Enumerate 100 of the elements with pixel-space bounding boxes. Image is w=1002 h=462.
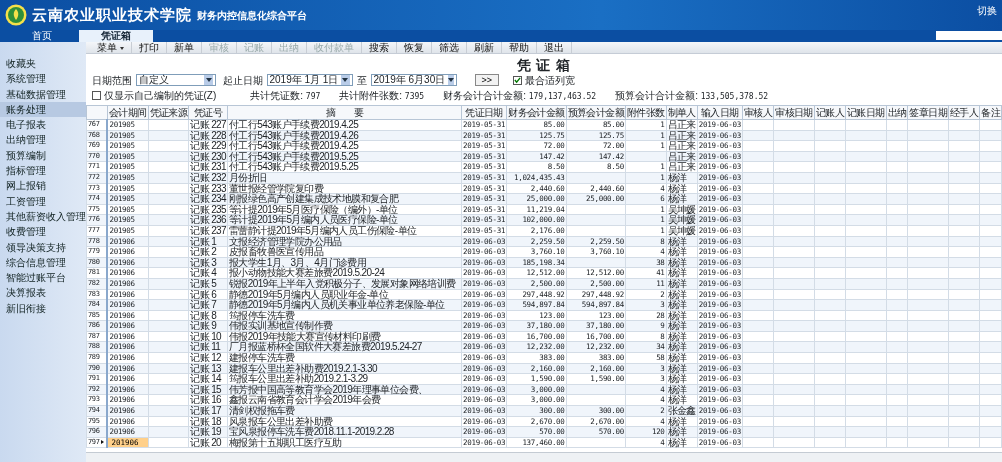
dropdown-field[interactable]: 2019年 1月 1日 xyxy=(266,74,353,86)
sidebar-item[interactable]: 综合信息管理 xyxy=(0,254,86,271)
go-button[interactable]: >> xyxy=(474,74,499,86)
field-label: 起止日期 xyxy=(222,73,263,88)
table-cell: 清剑权报拖车费 xyxy=(227,405,462,417)
sidebar-item[interactable]: 基础数据管理 xyxy=(0,86,86,102)
column-header[interactable]: 经手人 xyxy=(948,105,980,120)
sidebar-item[interactable]: 收藏夹 xyxy=(0,56,86,72)
sidebar-item[interactable]: 网上报销 xyxy=(0,178,86,194)
table-cell: 刚报绿色高产创建集成技术地膜和复合肥 xyxy=(227,193,462,205)
sidebar-item[interactable]: 智能过账平台 xyxy=(0,270,86,286)
table-cell: 付工行543账户手续费2019.5.25 xyxy=(227,161,462,173)
sidebar-item[interactable]: 电子报表 xyxy=(0,117,86,133)
table-cell: 等计提2019年5月医疗保险（编外）-单位 xyxy=(227,204,462,215)
table-cell: 付工行543账户手续费2019.4.26 xyxy=(227,130,462,141)
table-cell: 吕正来 xyxy=(666,130,698,141)
toolbar-button[interactable]: 筛选 xyxy=(431,42,467,53)
table-cell: 记账 3 xyxy=(188,257,228,268)
sidebar-item[interactable]: 决算报表 xyxy=(0,285,86,301)
switch-link[interactable]: 切换 xyxy=(977,2,997,18)
table-cell: 记账 230 xyxy=(188,151,228,162)
page-title: 凭 证 箱 xyxy=(515,56,573,73)
column-header[interactable]: 审核人 xyxy=(742,105,774,120)
column-header[interactable]: 审核日期 xyxy=(773,105,815,120)
column-header[interactable]: 记账日期 xyxy=(845,105,887,120)
table-cell: 记账 233 xyxy=(188,183,228,194)
checkbox[interactable] xyxy=(92,90,101,100)
table-cell: 杨洋 xyxy=(666,172,698,184)
table-cell: 皮报畜牧兽医宣传用品 xyxy=(227,246,462,258)
table-cell: 杨洋 xyxy=(666,183,698,194)
column-header[interactable]: 签章日期 xyxy=(907,105,949,120)
table-cell: 记账 15 xyxy=(188,384,228,395)
column-header[interactable]: 摘 要 xyxy=(227,105,462,120)
table-cell: 记账 18 xyxy=(188,416,228,427)
table-cell: 记账 6 xyxy=(188,289,228,300)
sidebar-item[interactable]: 预算编制 xyxy=(0,147,86,164)
column-header[interactable]: 会计期间 xyxy=(107,105,149,120)
toolbar-button[interactable]: 退出 xyxy=(536,42,572,53)
table-cell: 记账 2 xyxy=(188,246,228,258)
table-cell: 文报经济管理学院办公用品 xyxy=(227,236,462,247)
table-cell: 杨洋 xyxy=(666,299,698,311)
table-cell: 杨洋 xyxy=(666,246,698,258)
table-cell: 吕正来 xyxy=(666,140,698,152)
table-cell: 记账 8 xyxy=(188,310,228,321)
checkbox[interactable] xyxy=(513,75,522,85)
sidebar-item[interactable]: 系统管理 xyxy=(0,71,86,87)
sidebar-item[interactable]: 新旧衔接 xyxy=(0,300,86,317)
column-header[interactable]: 输入日期 xyxy=(697,105,743,120)
table-cell: 杨洋 xyxy=(666,193,698,205)
table-cell: 杨洋 xyxy=(666,416,698,427)
table-cell: 杨洋 xyxy=(666,320,698,332)
toolbar-button[interactable]: 恢复 xyxy=(396,42,432,53)
toolbar-button[interactable]: 打印 xyxy=(131,42,167,53)
column-header[interactable]: 凭证日期 xyxy=(461,105,507,120)
table-cell: 筠报车公里出差补助2019.2.1-3.29 xyxy=(227,373,462,385)
sidebar-item[interactable]: 指标管理 xyxy=(0,163,86,179)
table-cell: 记账 14 xyxy=(188,373,228,385)
column-header[interactable]: 制单人 xyxy=(666,105,698,120)
table-cell: 记账 229 xyxy=(188,140,228,152)
table-cell: 记账 7 xyxy=(188,299,228,311)
table-cell: 伟芳报中国高等教育学会2019年理事单位会费、 xyxy=(227,384,462,395)
table-cell: 报大学生1月、3月、4月门诊费用 xyxy=(227,257,462,268)
dropdown-field[interactable]: 2019年 6月30日 xyxy=(370,74,457,86)
column-header[interactable]: 财务会计金额 xyxy=(506,105,567,120)
table-cell: 月份折旧 xyxy=(227,172,462,184)
row-pointer-icon xyxy=(101,439,105,444)
tab[interactable]: 首页 xyxy=(5,30,79,42)
toolbar-button[interactable]: 刷新 xyxy=(466,42,502,53)
toolbar-button[interactable]: 菜单 xyxy=(90,42,132,53)
tab[interactable]: 凭证箱 xyxy=(79,30,153,42)
sidebar-item[interactable]: 工资管理 xyxy=(0,193,86,209)
sidebar-item[interactable]: 领导决策支持 xyxy=(0,239,86,255)
column-header[interactable]: 预算会计金额 xyxy=(566,105,626,120)
search-field[interactable] xyxy=(936,31,1002,40)
table-cell: 风泉报车公里出差补助费 xyxy=(227,416,462,427)
table-cell: 记账 5 xyxy=(188,278,228,289)
separator-text: 至 xyxy=(356,73,367,88)
toolbar-button[interactable]: 搜索 xyxy=(361,42,397,53)
sidebar-item[interactable]: 其他薪资收入管理 xyxy=(0,208,86,225)
column-header[interactable]: 出纳 xyxy=(886,105,908,120)
sidebar-item[interactable]: 出纳管理 xyxy=(0,132,86,148)
toolbar-button[interactable]: 帮助 xyxy=(501,42,537,53)
toolbar-button[interactable]: 新单 xyxy=(166,42,202,53)
sidebar-item[interactable]: 账务处理 xyxy=(0,101,86,118)
table-cell: 建报车公里出差补助费2019.2.1-3.30 xyxy=(227,363,462,374)
table-cell: 伟报实训基地宣传制作费 xyxy=(227,320,462,332)
column-header[interactable]: 凭证号 xyxy=(188,105,228,120)
dropdown-field[interactable]: 自定义 xyxy=(136,74,216,86)
table-cell: 记账 9 xyxy=(188,320,228,332)
table-cell: 记账 4 xyxy=(188,267,228,279)
table-cell: 记账 16 xyxy=(188,394,228,406)
table-cell: 厂月报蓝桥杯全国软件大赛差旅费2019.5.24-27 xyxy=(227,341,462,353)
table-cell: 记账 237 xyxy=(188,225,228,237)
summary-stat: 财务会计合计金额: 179,137,463.52 xyxy=(443,88,597,103)
column-header[interactable]: 备注 xyxy=(979,105,1002,120)
field-label: 日期范围 xyxy=(92,73,132,88)
column-header[interactable]: 凭证来源 xyxy=(148,105,189,120)
column-header[interactable]: 附件张数 xyxy=(625,105,667,120)
sidebar-item[interactable]: 收费管理 xyxy=(0,224,86,240)
column-header[interactable]: 记账人 xyxy=(814,105,846,120)
